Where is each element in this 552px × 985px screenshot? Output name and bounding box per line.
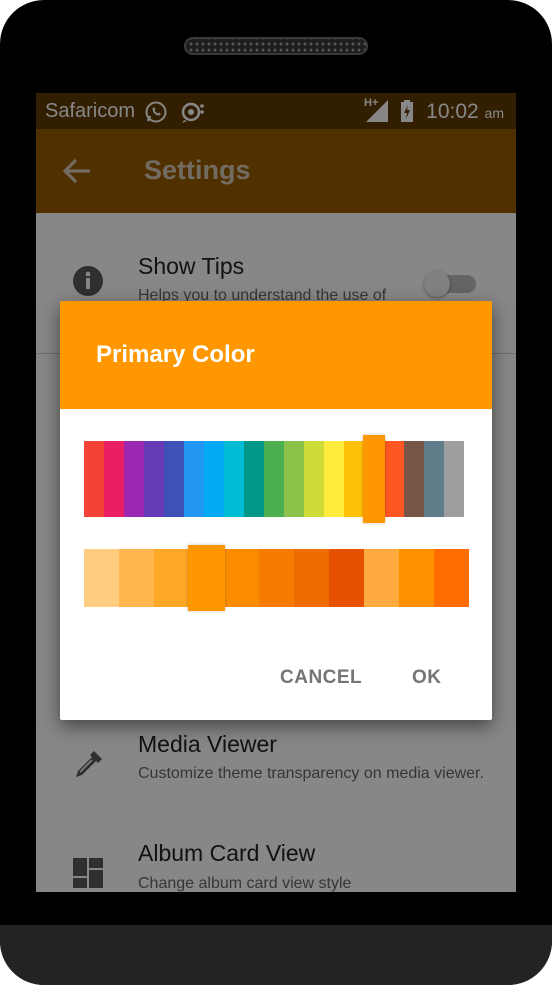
color-swatch-selected[interactable] [363,435,385,523]
primary-color-palette [84,435,464,523]
color-swatch[interactable] [224,441,244,517]
color-swatch[interactable] [404,441,424,517]
color-swatch-selected[interactable] [188,545,225,611]
color-swatch[interactable] [399,549,434,607]
color-swatch[interactable] [434,549,469,607]
dialog-header: Primary Color [60,301,492,409]
color-swatch[interactable] [424,441,444,517]
primary-color-dialog: Primary Color CANCEL OK [60,301,492,720]
screen: Safaricom H+ 10:02 am Settings Show Tips… [36,93,516,892]
dialog-title: Primary Color [96,341,255,368]
color-swatch[interactable] [364,549,399,607]
shade-color-palette [84,545,469,611]
color-swatch[interactable] [264,441,284,517]
color-swatch[interactable] [294,549,329,607]
phone-frame: Safaricom H+ 10:02 am Settings Show Tips… [0,0,552,985]
phone-bottom-bezel [0,925,552,985]
cancel-button[interactable]: CANCEL [280,667,362,689]
color-swatch[interactable] [144,441,164,517]
color-swatch[interactable] [244,441,264,517]
color-swatch[interactable] [124,441,144,517]
color-swatch[interactable] [284,441,304,517]
color-swatch[interactable] [184,441,204,517]
ok-button[interactable]: OK [412,667,442,689]
color-swatch[interactable] [324,441,344,517]
color-swatch[interactable] [84,441,104,517]
color-swatch[interactable] [344,441,364,517]
color-swatch[interactable] [304,441,324,517]
color-swatch[interactable] [224,549,259,607]
color-swatch[interactable] [164,441,184,517]
speaker-grille [184,37,368,55]
color-swatch[interactable] [154,549,189,607]
color-swatch[interactable] [329,549,364,607]
color-swatch[interactable] [204,441,224,517]
color-swatch[interactable] [444,441,464,517]
color-swatch[interactable] [259,549,294,607]
color-swatch[interactable] [84,549,119,607]
color-swatch[interactable] [384,441,404,517]
color-swatch[interactable] [104,441,124,517]
color-swatch[interactable] [119,549,154,607]
